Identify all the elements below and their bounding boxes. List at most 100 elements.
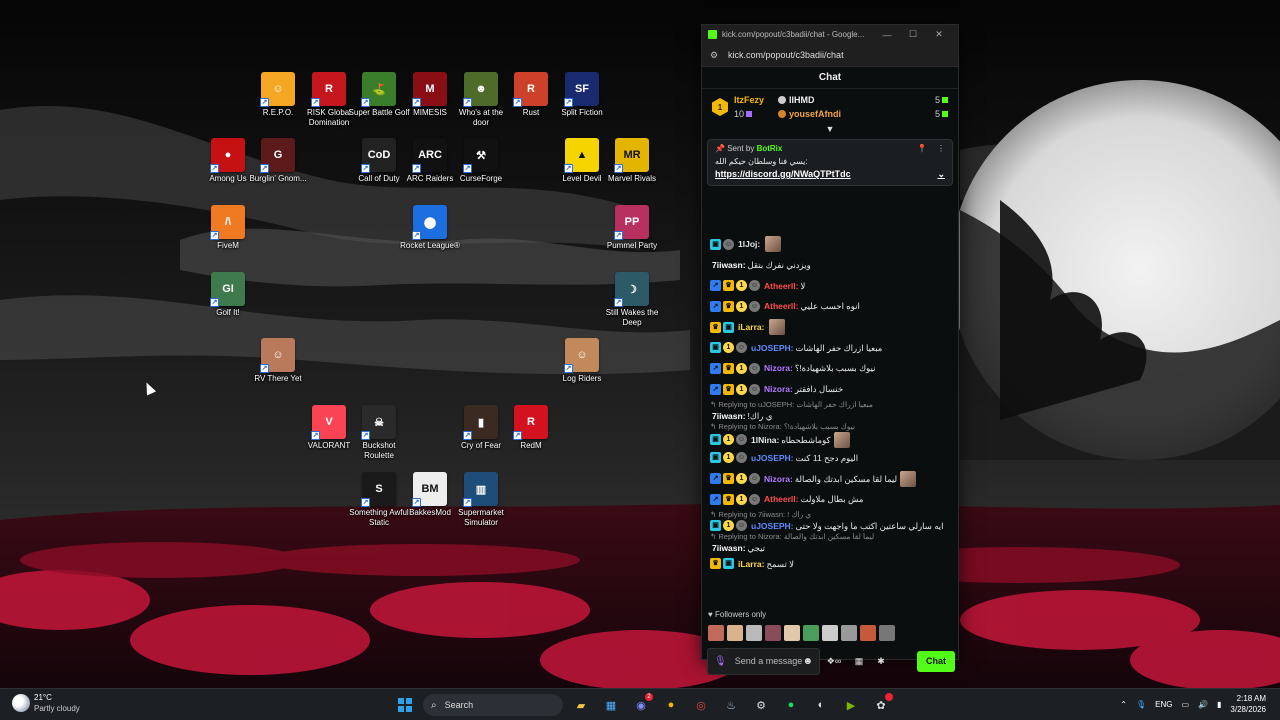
emoji-icon[interactable]: ☻ bbox=[802, 656, 813, 666]
chevron-up-icon[interactable]: ⌃ bbox=[1120, 700, 1127, 709]
spotify-icon[interactable]: ● bbox=[779, 693, 803, 717]
chat-message[interactable]: 7iiwasn: تيجي bbox=[710, 542, 950, 554]
volume-icon[interactable]: 🔊 bbox=[1198, 700, 1208, 709]
more-options-icon[interactable]: ⋮ bbox=[937, 144, 945, 153]
chat-message[interactable]: ♛ ▣ iLarra: bbox=[710, 317, 950, 338]
obs-icon[interactable]: ◐ bbox=[809, 693, 833, 717]
chat-message[interactable]: ▣ 1 ☺ 1lNina: كوماشطحطاه bbox=[710, 431, 950, 448]
emote-icon[interactable] bbox=[822, 625, 838, 641]
battery-icon[interactable]: ▮ bbox=[1217, 700, 1221, 709]
desktop-shortcut[interactable]: ☠ ↗ Buckshot Roulette bbox=[348, 405, 410, 461]
language-indicator[interactable]: ENG bbox=[1155, 700, 1172, 709]
desktop-shortcut[interactable]: ▥ ↗ Supermarket Simulator bbox=[450, 472, 512, 528]
leader-third-name[interactable]: yousefAfndi bbox=[789, 109, 841, 119]
desktop-shortcut[interactable]: G ↗ Burglin' Gnom... bbox=[247, 138, 309, 184]
emote-icon[interactable] bbox=[746, 625, 762, 641]
chat-input[interactable]: 🎙 Send a message ☻ bbox=[707, 647, 820, 675]
reply-context[interactable]: ↰ Replying to Nizora: نيوك بسبب بلاشهياد… bbox=[710, 422, 950, 432]
address-bar[interactable]: ⚙ kick.com/popout/c3badii/chat bbox=[702, 44, 958, 67]
chat-message[interactable]: ▣ ☺ 1lJoj: bbox=[710, 234, 950, 255]
emote-icon[interactable] bbox=[803, 625, 819, 641]
chat-message[interactable]: 7iiwasn: ويزدني نفرك بتقل bbox=[710, 255, 950, 276]
send-chat-button[interactable]: Chat bbox=[917, 650, 955, 672]
chat-messages[interactable]: ▣ ☺ 1lJoj: 7iiwasn: ويزدني نفرك بتقل ↗ ♛ 1 ☺ Athe… bbox=[702, 234, 958, 604]
chat-username[interactable]: Nizora: bbox=[764, 383, 793, 395]
desktop-shortcut[interactable]: MR ↗ Marvel Rivals bbox=[601, 138, 663, 184]
microsoft-store-icon[interactable]: ▦ bbox=[599, 693, 623, 717]
chat-username[interactable]: uJOSEPH: bbox=[751, 452, 794, 464]
weather-widget[interactable]: 21°C Partly cloudy bbox=[12, 692, 80, 714]
chat-message[interactable]: ↗ ♛ 1 ☺ Atheerll: مش بطال ملاولت bbox=[710, 489, 950, 510]
desktop-shortcut[interactable]: ☺ ↗ RV There Yet bbox=[247, 338, 309, 384]
chat-message[interactable]: ♛ ▣ iLarra: لا تسمح bbox=[710, 554, 950, 575]
chat-username[interactable]: Atheerll: bbox=[764, 300, 798, 312]
nvidia-icon[interactable]: ▶ bbox=[839, 693, 863, 717]
pin-icon[interactable]: 📍 bbox=[917, 144, 927, 153]
chat-message[interactable]: ↗ ♛ 1 ☺ Atheerll: انوه احسب عليي bbox=[710, 296, 950, 317]
discord-icon[interactable]: ◉ 2 bbox=[629, 693, 653, 717]
settings-icon[interactable]: ⚙ bbox=[749, 693, 773, 717]
chat-username[interactable]: iLarra: bbox=[738, 558, 764, 570]
store-icon[interactable]: ▦ bbox=[848, 656, 870, 667]
chat-message[interactable]: ↗ ♛ 1 ☺ Nizora: خنسال دافقتر bbox=[710, 379, 950, 400]
chat-message[interactable]: ↗ ♛ 1 ☺ Atheerll: لا bbox=[710, 275, 950, 296]
emote-icon[interactable] bbox=[765, 625, 781, 641]
pinned-link[interactable]: https://discord.gg/NWaQTPtTdc bbox=[715, 169, 851, 180]
taskbar-search[interactable]: ⌕ Search bbox=[423, 694, 563, 716]
chat-message[interactable]: ▣ 1 ☺ uJOSEPH: ايه سارلي ساعتين اكتب ما واجه… bbox=[710, 520, 950, 532]
desktop-shortcut[interactable]: R ↗ RedM bbox=[500, 405, 562, 451]
desktop-shortcut[interactable]: ⬤ ↗ Rocket League® bbox=[399, 205, 461, 251]
chat-message[interactable]: ↗ ♛ 1 ☺ Nizora: ليما لقا مسكين ابدتك والصالة bbox=[710, 468, 950, 489]
reply-context[interactable]: ↰ Replying to 7iiwasn: ! ي راك bbox=[710, 510, 950, 520]
desktop-shortcut[interactable]: ☺ ↗ Log Riders bbox=[551, 338, 613, 384]
chevron-down-icon[interactable]: ⌄ bbox=[937, 169, 945, 180]
file-explorer-icon[interactable]: ▰ bbox=[569, 693, 593, 717]
desktop-shortcut[interactable]: ☽ ↗ Still Wakes the Deep bbox=[601, 272, 663, 328]
network-icon[interactable]: ▭ bbox=[1181, 700, 1189, 709]
emote-icon[interactable] bbox=[841, 625, 857, 641]
chat-message[interactable]: 7iiwasn: !ي راك bbox=[710, 410, 950, 422]
app-alert-icon[interactable]: ✿ bbox=[869, 693, 893, 717]
chat-username[interactable]: Atheerll: bbox=[764, 493, 798, 505]
chat-username[interactable]: Atheerll: bbox=[764, 280, 798, 292]
chat-username[interactable]: 7iiwasn: bbox=[712, 410, 746, 422]
chat-username[interactable]: Nizora: bbox=[764, 473, 793, 485]
desktop-shortcut[interactable]: /\ ↗ FiveM bbox=[197, 205, 259, 251]
pinned-sender[interactable]: BotRix bbox=[757, 144, 783, 153]
desktop-shortcut[interactable]: SF ↗ Split Fiction bbox=[551, 72, 613, 118]
kicks-gift-icon[interactable]: ❖∞ bbox=[820, 656, 848, 667]
windows-start-icon[interactable] bbox=[393, 693, 417, 717]
microphone-tray-icon[interactable]: 🎙 bbox=[1136, 700, 1146, 709]
chat-username[interactable]: uJOSEPH: bbox=[751, 342, 794, 354]
emote-icon[interactable] bbox=[879, 625, 895, 641]
chat-username[interactable]: Nizora: bbox=[764, 362, 793, 374]
game-app-icon[interactable]: ● bbox=[659, 693, 683, 717]
emote-icon[interactable] bbox=[784, 625, 800, 641]
chat-username[interactable]: iLarra: bbox=[738, 321, 764, 333]
site-info-icon[interactable]: ⚙ bbox=[710, 50, 720, 60]
chat-username[interactable]: 1lNina: bbox=[751, 434, 779, 446]
leader-second-name[interactable]: IIHMD bbox=[789, 95, 815, 105]
microphone-icon[interactable]: 🎙 bbox=[714, 656, 727, 666]
chrome-icon[interactable]: ◎ bbox=[689, 693, 713, 717]
reply-context[interactable]: ↰ Replying to uJOSEPH: مبعيا ازراك حفر ا… bbox=[710, 400, 950, 410]
emote-icon[interactable] bbox=[708, 625, 724, 641]
desktop-shortcut[interactable]: PP ↗ Pummel Party bbox=[601, 205, 663, 251]
collapse-leaderboard-icon[interactable]: ▼ bbox=[702, 125, 958, 137]
minimize-button[interactable]: — bbox=[874, 30, 900, 40]
chat-message[interactable]: ↗ ♛ 1 ☺ Nizora: نيوك بسبب بلاشهيادة!؟ bbox=[710, 358, 950, 379]
maximize-button[interactable]: ☐ bbox=[900, 29, 926, 40]
clock[interactable]: 2:18 AM 3/28/2026 bbox=[1230, 693, 1266, 715]
window-titlebar[interactable]: kick.com/popout/c3badii/chat - Google...… bbox=[702, 25, 958, 44]
settings-gear-icon[interactable]: ✱ bbox=[870, 656, 892, 667]
desktop-shortcut[interactable]: ⚒ ↗ CurseForge bbox=[450, 138, 512, 184]
chat-username[interactable]: 7iiwasn: bbox=[712, 259, 746, 271]
chat-username[interactable]: 1lJoj: bbox=[738, 238, 760, 250]
chat-message[interactable]: ▣ 1 ☺ uJOSEPH: اليوم دجح 11 كنت bbox=[710, 448, 950, 469]
reply-context[interactable]: ↰ Replying to Nizora: ليما لقا مسكين ابد… bbox=[710, 532, 950, 542]
desktop-shortcut[interactable]: GI ↗ Golf It! bbox=[197, 272, 259, 318]
steam-icon[interactable]: ♨ bbox=[719, 693, 743, 717]
chat-message[interactable]: ▣ 1 ☺ uJOSEPH: مبعيا ازراك حفر الهاشات bbox=[710, 337, 950, 358]
chat-username[interactable]: 7iiwasn: bbox=[712, 542, 746, 554]
close-button[interactable]: ✕ bbox=[926, 29, 952, 40]
